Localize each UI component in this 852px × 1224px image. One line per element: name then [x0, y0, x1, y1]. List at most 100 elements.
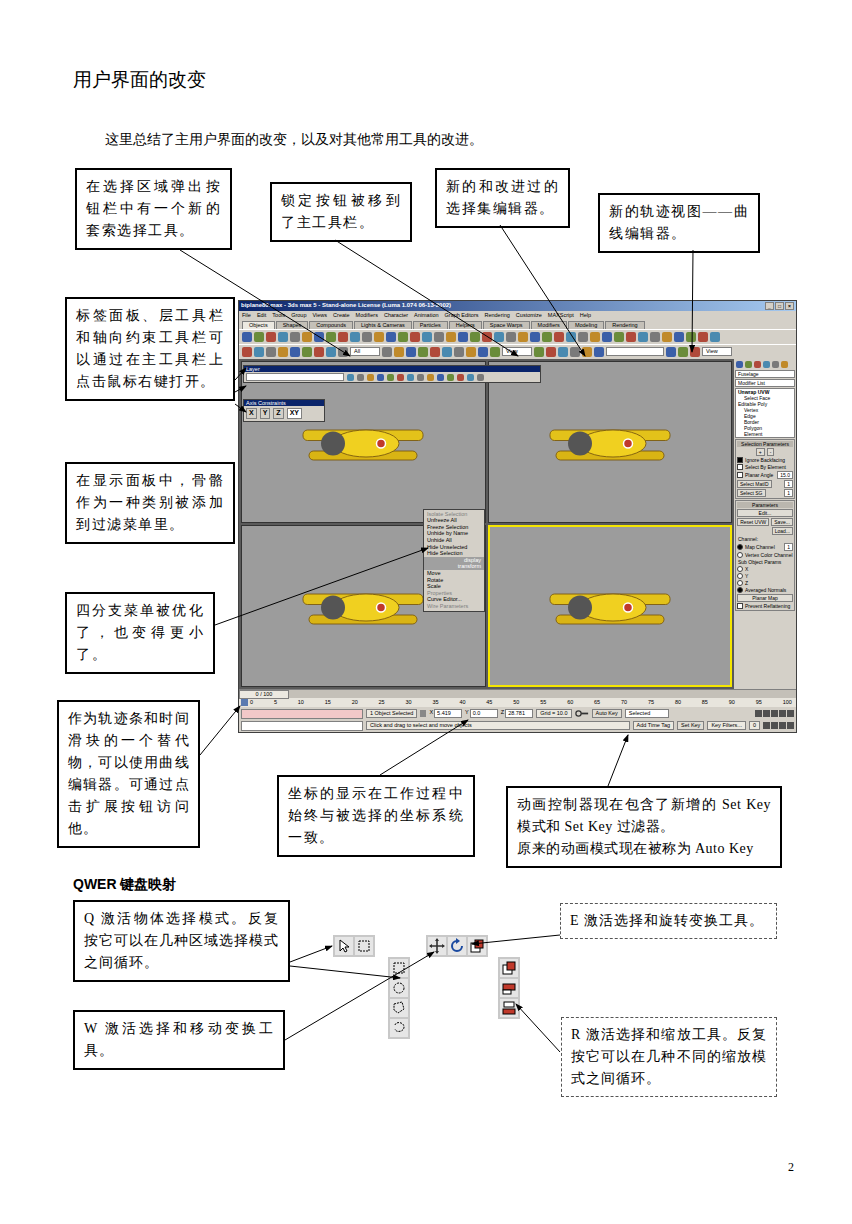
playback-button[interactable]	[763, 710, 770, 717]
tool-icon[interactable]	[686, 332, 696, 342]
menu-item[interactable]: Create	[333, 312, 350, 320]
layer-tool-icon[interactable]	[407, 374, 414, 381]
load-button[interactable]: Load...	[772, 527, 793, 535]
time-slider[interactable]: 0 / 100	[239, 690, 289, 699]
layer-tool-icon[interactable]	[357, 374, 364, 381]
tool-icon[interactable]	[278, 347, 288, 357]
uniform-scale-icon[interactable]	[500, 959, 518, 977]
tool-icon[interactable]	[494, 332, 504, 342]
tool-icon[interactable]	[542, 332, 552, 342]
radio-button[interactable]	[737, 580, 743, 586]
tool-icon[interactable]	[546, 347, 556, 357]
spinner-field[interactable]: 1	[784, 489, 793, 497]
planar-map-button[interactable]: Planar Map	[737, 594, 793, 602]
stack-item[interactable]: Element	[736, 431, 794, 437]
tool-icon[interactable]	[374, 332, 384, 342]
grow-shrink-button[interactable]: -	[767, 448, 775, 456]
object-name-field[interactable]: Fuselage	[735, 370, 795, 378]
checkbox-row[interactable]: Prevent Reflattening	[737, 603, 793, 609]
tool-icon[interactable]	[362, 332, 372, 342]
tool-icon[interactable]	[266, 347, 276, 357]
coordinate-field[interactable]: Y0.0	[465, 709, 498, 718]
tab[interactable]: Modifiers	[531, 321, 567, 329]
tab[interactable]: Particles	[413, 321, 448, 329]
tool-icon[interactable]	[674, 332, 684, 342]
tool-icon[interactable]	[266, 332, 276, 342]
parameter-button[interactable]: Save...	[771, 518, 793, 526]
key-filters-button[interactable]: Key Filters...	[707, 721, 746, 730]
scale-icon[interactable]	[468, 937, 486, 955]
menu-item[interactable]: Group	[291, 312, 306, 320]
tool-icon[interactable]	[446, 332, 456, 342]
checkbox-row[interactable]: Planar Angle15.0	[737, 471, 793, 479]
reference-coord-dropdown[interactable]: View	[502, 347, 532, 356]
tool-icon[interactable]	[558, 347, 568, 357]
layer-tool-icon[interactable]	[367, 374, 374, 381]
tool-icon[interactable]	[382, 347, 392, 357]
stack-item[interactable]: Edge	[736, 413, 794, 419]
tool-icon[interactable]	[466, 347, 476, 357]
menu-item[interactable]: Edit	[257, 312, 266, 320]
viewport[interactable]	[488, 525, 733, 687]
menu-item[interactable]: File	[242, 312, 251, 320]
tool-icon[interactable]	[290, 347, 300, 357]
rect-region-icon[interactable]	[355, 937, 373, 955]
quad-menu-item[interactable]: Move	[424, 570, 484, 577]
radio-row[interactable]: Z	[737, 580, 793, 586]
tool-icon[interactable]	[422, 332, 432, 342]
menu-item[interactable]: Animation	[414, 312, 438, 320]
tool-icon[interactable]	[534, 347, 544, 357]
view-control-button[interactable]	[763, 722, 770, 729]
radio-row[interactable]: Vertex Color Channel	[737, 552, 793, 558]
quad-menu-item[interactable]: Curve Editor...	[424, 596, 484, 603]
tool-icon[interactable]	[638, 332, 648, 342]
menu-item[interactable]: Character	[384, 312, 408, 320]
tool-icon[interactable]	[326, 347, 336, 357]
radio-row[interactable]: Averaged Normals	[737, 587, 793, 593]
tool-icon[interactable]	[442, 347, 452, 357]
tool-icon[interactable]	[530, 332, 540, 342]
quad-menu-item[interactable]: Unhide All	[424, 537, 484, 544]
grow-shrink-button[interactable]: +	[756, 448, 765, 456]
curve-editor-icon[interactable]	[666, 347, 676, 357]
tool-icon[interactable]	[338, 332, 348, 342]
menu-item[interactable]: Graph Editors	[445, 312, 479, 320]
layer-tool-icon[interactable]	[397, 374, 404, 381]
tab[interactable]: Objects	[242, 321, 275, 329]
panel-tab-icon[interactable]	[754, 361, 761, 368]
parameter-button[interactable]: Reset UVW	[737, 518, 769, 526]
layer-tool-icon[interactable]	[477, 374, 484, 381]
select-arrow-icon[interactable]	[335, 937, 353, 955]
tool-icon[interactable]	[458, 332, 468, 342]
radio-row[interactable]: Map Channel1	[737, 543, 793, 551]
time-slider-track[interactable]: 0 / 100	[239, 690, 796, 698]
circle-region-icon[interactable]	[390, 979, 408, 997]
field-button[interactable]: Select SG	[737, 489, 766, 497]
view-control-button[interactable]	[771, 722, 778, 729]
tool-icon[interactable]	[710, 332, 720, 342]
tool-icon[interactable]	[386, 332, 396, 342]
rollout-title[interactable]: Selection Parameters	[737, 441, 793, 447]
schematic-icon[interactable]	[678, 347, 688, 357]
tool-icon[interactable]	[470, 332, 480, 342]
panel-tab-icon[interactable]	[763, 361, 770, 368]
radio-button[interactable]	[737, 552, 743, 558]
layer-tool-icon[interactable]	[457, 374, 464, 381]
tool-icon[interactable]	[482, 332, 492, 342]
tool-icon[interactable]	[566, 332, 576, 342]
lock-icon[interactable]	[420, 710, 426, 717]
window-control-button[interactable]: ×	[785, 302, 794, 310]
rotate-icon[interactable]	[448, 937, 466, 955]
expand-button[interactable]	[241, 699, 248, 706]
stack-item[interactable]: Vertex	[736, 407, 794, 413]
layer-tool-icon[interactable]	[387, 374, 394, 381]
named-selection-field[interactable]	[606, 347, 664, 356]
tool-icon[interactable]	[394, 347, 404, 357]
render-icon[interactable]	[690, 347, 700, 357]
tool-icon[interactable]	[662, 332, 672, 342]
frame-field[interactable]: 0	[749, 721, 760, 730]
quad-menu-item[interactable]: Rotate	[424, 577, 484, 584]
stack-item[interactable]: Unwrap UVW	[736, 389, 794, 395]
tool-icon[interactable]	[278, 332, 288, 342]
tool-icon[interactable]	[314, 332, 324, 342]
